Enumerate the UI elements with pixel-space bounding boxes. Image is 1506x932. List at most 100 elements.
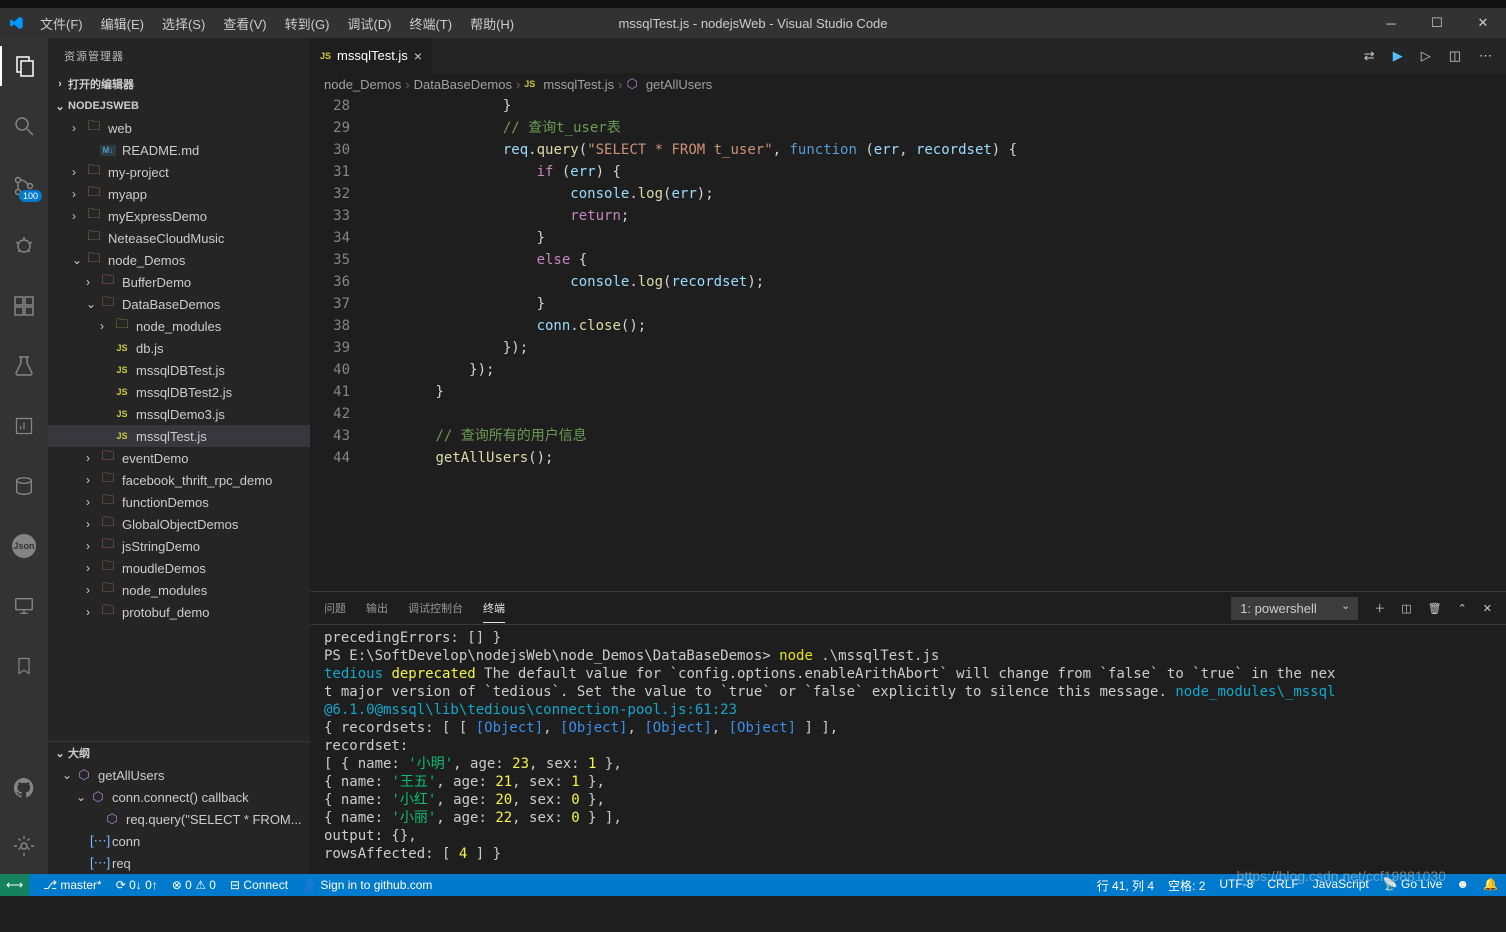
eol[interactable]: CRLF <box>1267 877 1298 894</box>
problems-status[interactable]: ⊗ 0 ⚠ 0 <box>172 878 216 892</box>
breadcrumb-item[interactable]: node_Demos <box>324 77 401 92</box>
source-control-icon[interactable]: 100 <box>0 166 48 206</box>
menu-item[interactable]: 选择(S) <box>154 14 213 33</box>
panel-tab[interactable]: 调试控制台 <box>408 600 463 616</box>
file-tree: ›🗀webM↓README.md›🗀my-project›🗀myapp›🗀myE… <box>48 117 310 741</box>
tree-item[interactable]: ›🗀functionDemos <box>48 491 310 513</box>
indentation[interactable]: 空格: 2 <box>1168 877 1205 894</box>
tree-item[interactable]: JSmssqlDBTest.js <box>48 359 310 381</box>
tree-item[interactable]: ›🗀node_modules <box>48 579 310 601</box>
bell-icon[interactable]: 🔔 <box>1483 877 1498 894</box>
tree-item[interactable]: ›🗀jsStringDemo <box>48 535 310 557</box>
tree-item[interactable]: ⌄🗀node_Demos <box>48 249 310 271</box>
folder-icon: 🗀 <box>100 447 116 469</box>
git-sync[interactable]: ⟳ 0↓ 0↑ <box>116 878 158 892</box>
run-icon[interactable]: ▶ <box>1393 48 1403 64</box>
menu-item[interactable]: 查看(V) <box>215 14 274 33</box>
tab-mssqltest[interactable]: JS mssqlTest.js × <box>310 38 432 73</box>
tree-item[interactable]: JSmssqlDBTest2.js <box>48 381 310 403</box>
run-outline-icon[interactable]: ▷ <box>1421 48 1431 64</box>
explorer-icon[interactable] <box>0 46 48 86</box>
compare-icon[interactable]: ⇄ <box>1364 48 1375 64</box>
outline-item[interactable]: ⌄⬡conn.connect() callback <box>48 786 310 808</box>
menu-item[interactable]: 帮助(H) <box>462 14 522 33</box>
bookmark-icon[interactable] <box>0 646 48 686</box>
tree-item[interactable]: ›🗀GlobalObjectDemos <box>48 513 310 535</box>
breadcrumb-item[interactable]: mssqlTest.js <box>543 77 614 92</box>
folder-icon: 🗀 <box>100 557 116 579</box>
remote-icon[interactable] <box>0 586 48 626</box>
tree-item[interactable]: ›🗀eventDemo <box>48 447 310 469</box>
tree-label: NeteaseCloudMusic <box>108 231 224 246</box>
language-mode[interactable]: JavaScript <box>1313 877 1369 894</box>
tree-label: eventDemo <box>122 451 188 466</box>
extensions-icon[interactable] <box>0 286 48 326</box>
outline-item[interactable]: [⋯]req <box>48 852 310 874</box>
panel-tab[interactable]: 终端 <box>483 600 505 623</box>
tree-item[interactable]: 🗀NeteaseCloudMusic <box>48 227 310 249</box>
tree-item[interactable]: ›🗀myapp <box>48 183 310 205</box>
more-icon[interactable]: ⋯ <box>1479 48 1492 64</box>
tree-item[interactable]: JSmssqlTest.js <box>48 425 310 447</box>
feedback-icon[interactable]: ☻ <box>1456 877 1469 894</box>
remote-indicator[interactable]: ⟷ <box>0 874 29 896</box>
outline-item[interactable]: [⋯]conn <box>48 830 310 852</box>
github-signin[interactable]: 👤 Sign in to github.com <box>302 878 432 892</box>
open-editors-section[interactable]: ›打开的编辑器 <box>48 73 310 95</box>
project-section[interactable]: ⌄NODEJSWEB <box>48 95 310 117</box>
npm-icon[interactable] <box>0 406 48 446</box>
maximize-button[interactable]: ☐ <box>1414 8 1460 38</box>
encoding[interactable]: UTF-8 <box>1219 877 1253 894</box>
outline-item[interactable]: ⬡req.query("SELECT * FROM... <box>48 808 310 830</box>
tree-item[interactable]: ›🗀protobuf_demo <box>48 601 310 623</box>
settings-icon[interactable] <box>0 826 48 866</box>
search-icon[interactable] <box>0 106 48 146</box>
tree-item[interactable]: ›🗀facebook_thrift_rpc_demo <box>48 469 310 491</box>
maximize-panel-icon[interactable]: ⌃ <box>1458 602 1467 615</box>
connect-status[interactable]: ⊟ Connect <box>230 878 288 892</box>
github-icon[interactable] <box>0 768 48 808</box>
beaker-icon[interactable] <box>0 346 48 386</box>
tree-item[interactable]: JSmssqlDemo3.js <box>48 403 310 425</box>
trash-icon[interactable]: 🗑 <box>1428 602 1442 615</box>
close-panel-icon[interactable]: ✕ <box>1483 602 1492 615</box>
breadcrumbs[interactable]: node_Demos›DataBaseDemos›JSmssqlTest.js›… <box>310 73 1506 95</box>
split-terminal-icon[interactable]: ◫ <box>1401 602 1411 615</box>
minimize-button[interactable]: ─ <box>1368 8 1414 38</box>
tree-item[interactable]: ›🗀myExpressDemo <box>48 205 310 227</box>
breadcrumb-item[interactable]: DataBaseDemos <box>414 77 512 92</box>
git-branch[interactable]: ⎇ master* <box>43 878 102 892</box>
close-button[interactable]: ✕ <box>1460 8 1506 38</box>
tree-item[interactable]: ›🗀my-project <box>48 161 310 183</box>
menu-item[interactable]: 文件(F) <box>32 14 91 33</box>
go-live[interactable]: 📡 Go Live <box>1383 877 1443 894</box>
tree-item[interactable]: ›🗀moudleDemos <box>48 557 310 579</box>
terminal[interactable]: precedingErrors: [] }PS E:\SoftDevelop\n… <box>310 625 1506 874</box>
tree-item[interactable]: ›🗀node_modules <box>48 315 310 337</box>
new-terminal-icon[interactable]: ＋ <box>1374 600 1385 616</box>
breadcrumb-item[interactable]: getAllUsers <box>646 77 712 92</box>
terminal-select[interactable]: 1: powershell <box>1231 597 1358 620</box>
panel-tab[interactable]: 输出 <box>366 600 388 616</box>
panel-tab[interactable]: 问题 <box>324 600 346 616</box>
tree-item[interactable]: M↓README.md <box>48 139 310 161</box>
database-icon[interactable] <box>0 466 48 506</box>
tree-item[interactable]: ›🗀web <box>48 117 310 139</box>
tree-item[interactable]: ›🗀BufferDemo <box>48 271 310 293</box>
outline-item[interactable]: ⌄⬡getAllUsers <box>48 764 310 786</box>
menu-item[interactable]: 调试(D) <box>339 14 399 33</box>
menu-item[interactable]: 编辑(E) <box>93 14 152 33</box>
outline-label: conn <box>112 834 140 849</box>
debug-icon[interactable] <box>0 226 48 266</box>
code-editor[interactable]: 2829303132333435363738394041424344 } // … <box>310 95 1506 591</box>
tree-label: my-project <box>108 165 169 180</box>
menu-item[interactable]: 转到(G) <box>277 14 338 33</box>
split-editor-icon[interactable]: ◫ <box>1449 48 1461 64</box>
outline-section[interactable]: ⌄大纲 <box>48 742 310 764</box>
menu-item[interactable]: 终端(T) <box>401 14 460 33</box>
json-icon[interactable]: Json <box>0 526 48 566</box>
tree-item[interactable]: ⌄🗀DataBaseDemos <box>48 293 310 315</box>
tree-item[interactable]: JSdb.js <box>48 337 310 359</box>
cursor-position[interactable]: 行 41, 列 4 <box>1097 877 1154 894</box>
close-tab-icon[interactable]: × <box>414 48 422 64</box>
